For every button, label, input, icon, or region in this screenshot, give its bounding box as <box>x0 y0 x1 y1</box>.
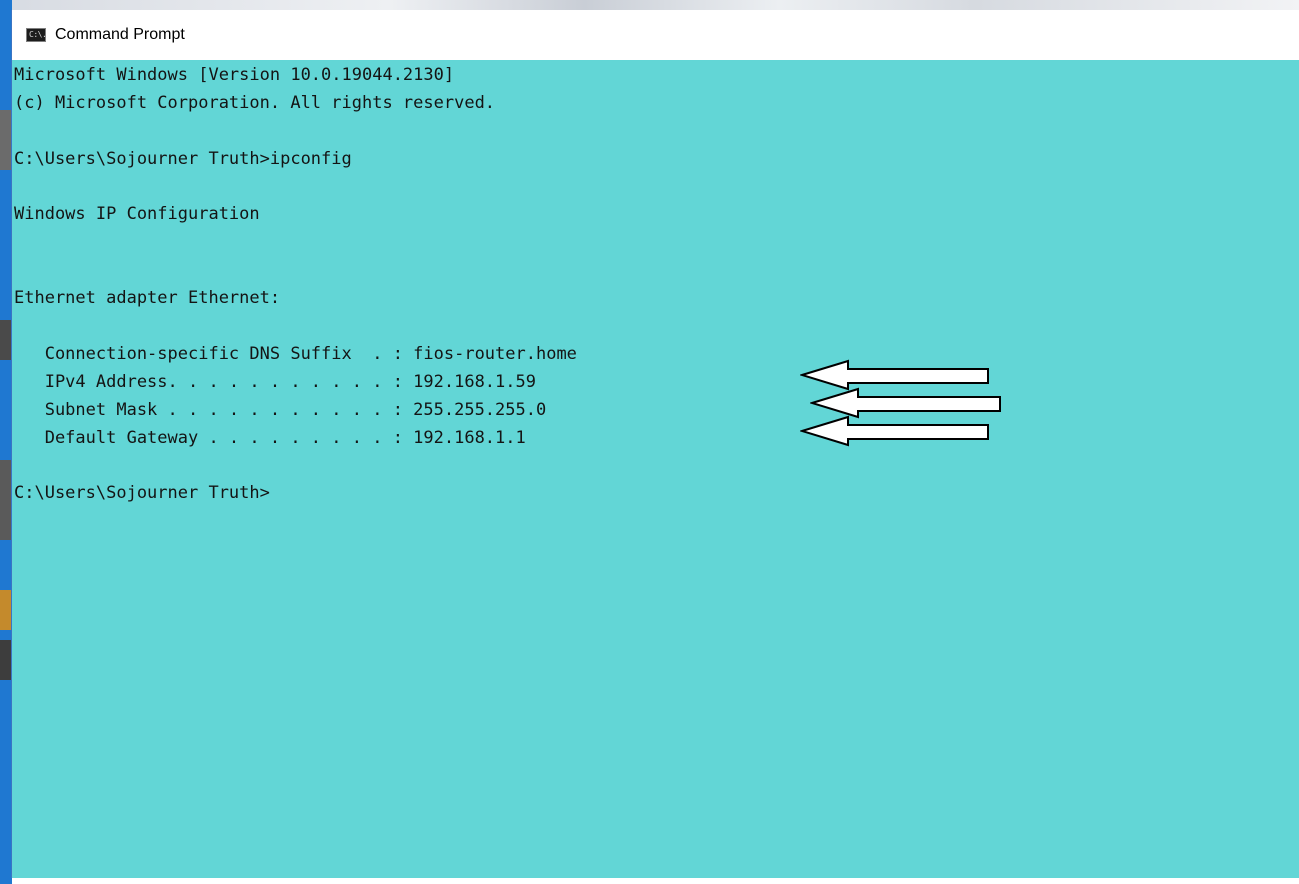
desktop-icon-fragment <box>0 110 12 170</box>
window-title: Command Prompt <box>55 26 185 43</box>
console-line: C:\Users\Sojourner Truth> <box>14 483 270 504</box>
console-line: Default Gateway . . . . . . . . . : 192.… <box>14 427 526 448</box>
desktop-icon-fragment <box>0 460 12 540</box>
title-bar[interactable]: C:\. Command Prompt <box>12 10 1299 60</box>
console-line: Subnet Mask . . . . . . . . . . . : 255.… <box>14 399 547 420</box>
console-line: Windows IP Configuration <box>14 204 260 225</box>
desktop-icon-fragment <box>0 590 12 630</box>
arrow-shape <box>810 387 1001 419</box>
console-line: IPv4 Address. . . . . . . . . . . : 192.… <box>14 371 536 392</box>
console-line: Microsoft Windows [Version 10.0.19044.21… <box>14 65 455 85</box>
arrow-shape <box>800 415 989 447</box>
desktop-background <box>0 0 12 884</box>
console-icon[interactable]: C:\. <box>26 28 47 42</box>
console-output-area[interactable]: Microsoft Windows [Version 10.0.19044.21… <box>12 60 1299 878</box>
console-line: Connection-specific DNS Suffix . : fios-… <box>14 343 577 364</box>
arrow-shape <box>800 359 989 391</box>
desktop-icon-fragment <box>0 320 12 360</box>
console-line: (c) Microsoft Corporation. All rights re… <box>14 92 496 113</box>
background-window-strip <box>0 0 1299 10</box>
console-icon-glyph: C:\. <box>29 30 47 39</box>
console-line: Ethernet adapter Ethernet: <box>14 288 281 309</box>
console-line: C:\Users\Sojourner Truth>ipconfig <box>14 148 352 169</box>
console-text: Microsoft Windows [Version 10.0.19044.21… <box>14 62 577 508</box>
command-prompt-window[interactable]: C:\. Command Prompt Microsoft Windows [V… <box>12 10 1299 878</box>
desktop-icon-fragment <box>0 640 12 680</box>
left-arrow-icon <box>800 415 989 447</box>
